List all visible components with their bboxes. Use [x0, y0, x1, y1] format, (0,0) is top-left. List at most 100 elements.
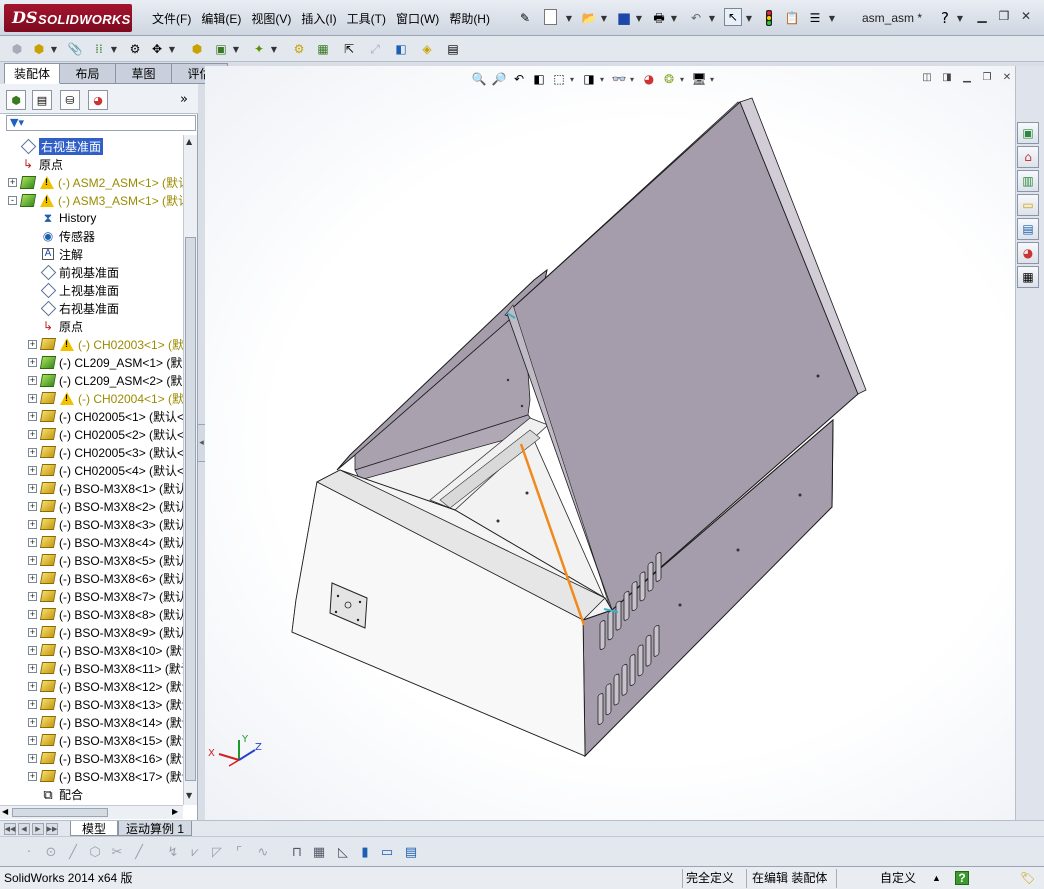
tab-layout[interactable]: 布局	[60, 63, 116, 84]
tab-model[interactable]: 模型	[70, 821, 118, 836]
construction-line-icon[interactable]: ╱	[130, 843, 148, 861]
pin-icon[interactable]: ✎	[516, 9, 534, 27]
rebuild-tag-icon[interactable]: 🏷	[1020, 870, 1035, 887]
options-dropdown-icon[interactable]: ▼	[828, 9, 836, 27]
tree-item[interactable]: 前视基准面	[0, 263, 183, 281]
viewport-close-icon[interactable]: ✕	[1000, 70, 1014, 84]
split-right-icon[interactable]: ◨	[940, 70, 954, 84]
open-folder-icon[interactable]: 📂	[580, 9, 598, 27]
hide-show-dropdown-icon[interactable]: ▾	[630, 70, 638, 88]
apply-scene-icon[interactable]: ❂	[660, 70, 678, 88]
tree-item[interactable]: ⧗ History	[0, 209, 183, 227]
tree-item[interactable]: + (-) BSO-M3X8<16> (默认	[0, 749, 183, 767]
expand-icon[interactable]: +	[28, 537, 37, 547]
trim-icon[interactable]: ✂	[108, 843, 126, 861]
expand-icon[interactable]: +	[28, 375, 37, 385]
viewport-minimize-icon[interactable]: ▁	[960, 70, 974, 84]
exploded-view-icon[interactable]: ⇱	[340, 40, 358, 58]
tree-item[interactable]: + (-) CH02005<4> (默认<	[0, 461, 183, 479]
line-icon[interactable]: ╱	[64, 843, 82, 861]
last-tab-icon[interactable]: ▶▶	[46, 823, 58, 835]
select-dropdown-icon[interactable]: ▼	[745, 9, 753, 27]
fillet-icon[interactable]: ↯	[164, 843, 182, 861]
expand-icon[interactable]: +	[28, 465, 37, 475]
move-component-icon[interactable]: ✥	[148, 40, 166, 58]
expand-icon[interactable]: +	[28, 609, 37, 619]
restore-icon[interactable]: ❐	[996, 8, 1012, 24]
menu-window[interactable]: 窗口(W)	[394, 10, 447, 27]
tree-item[interactable]: ◉ 传感器	[0, 227, 183, 245]
save-icon[interactable]: ■	[615, 9, 633, 27]
tree-item[interactable]: + (-) BSO-M3X8<9> (默认	[0, 623, 183, 641]
instant3d-icon[interactable]: ◈	[418, 40, 436, 58]
tree-item[interactable]: + (-) BSO-M3X8<7> (默认	[0, 587, 183, 605]
undo-dropdown-icon[interactable]: ▼	[708, 9, 716, 27]
expand-icon[interactable]: +	[28, 771, 37, 781]
appearances-scenes-icon[interactable]: ◕	[1017, 242, 1039, 264]
edit-appearance-icon[interactable]: ◕	[640, 70, 658, 88]
tree-item[interactable]: + (-) BSO-M3X8<1> (默认	[0, 479, 183, 497]
tree-hscroll-thumb[interactable]	[12, 808, 108, 817]
reference-geometry-icon[interactable]: ✦	[250, 40, 268, 58]
repair-sketch-icon[interactable]: ▭	[378, 843, 396, 861]
tree-vertical-scrollbar[interactable]: ▲ ▼	[183, 135, 197, 805]
tree-item[interactable]: A 注解	[0, 245, 183, 263]
split-left-icon[interactable]: ◫	[920, 70, 934, 84]
rebuild-traffic-light-icon[interactable]	[760, 9, 778, 27]
view-settings-dropdown-icon[interactable]: ▾	[710, 70, 718, 88]
tree-item[interactable]: + (-) CL209_ASM<1> (默认	[0, 353, 183, 371]
menu-tools[interactable]: 工具(T)	[345, 10, 394, 27]
polygon-icon[interactable]: ⬡	[86, 843, 104, 861]
expand-icon[interactable]: +	[28, 357, 37, 367]
options-icon[interactable]: ☰	[806, 9, 824, 27]
corner-rectangle-icon[interactable]: ⌜	[230, 843, 248, 861]
spline-icon[interactable]: ∿	[254, 843, 272, 861]
tree-item[interactable]: + (-) CH02003<1> (默认	[0, 335, 183, 353]
units-dropdown-icon[interactable]: ▲	[932, 870, 941, 887]
previous-view-icon[interactable]: ↶	[510, 70, 528, 88]
file-explorer-icon[interactable]: ▭	[1017, 194, 1039, 216]
scroll-down-icon[interactable]: ▼	[186, 791, 192, 800]
tree-item[interactable]: + (-) BSO-M3X8<2> (默认	[0, 497, 183, 515]
menu-view[interactable]: 视图(V)	[249, 10, 299, 27]
reference-geometry-dropdown-icon[interactable]: ▼	[270, 40, 278, 58]
assembly-model-view[interactable]	[205, 66, 1015, 820]
grid-icon[interactable]: ▦	[310, 843, 328, 861]
view-settings-icon[interactable]: 🖥	[690, 70, 708, 88]
smart-dimension-icon[interactable]: ⊓	[288, 843, 306, 861]
expand-icon[interactable]: +	[28, 339, 37, 349]
prev-tab-icon[interactable]: ◀	[18, 823, 30, 835]
tree-item[interactable]: ↳ 原点	[0, 317, 183, 335]
tree-item[interactable]: + (-) BSO-M3X8<12> (默认	[0, 677, 183, 695]
new-document-icon[interactable]	[544, 9, 557, 25]
tree-item[interactable]: + (-) CH02004<1> (默认	[0, 389, 183, 407]
file-properties-icon[interactable]: 📋	[783, 9, 801, 27]
expand-icon[interactable]: +	[28, 627, 37, 637]
expand-icon[interactable]: +	[28, 411, 37, 421]
scroll-up-icon[interactable]: ▲	[186, 137, 192, 146]
tree-item[interactable]: + (-) BSO-M3X8<14> (默认	[0, 713, 183, 731]
tree-item[interactable]: + (-) BSO-M3X8<13> (默认	[0, 695, 183, 713]
large-assembly-mode-icon[interactable]: ▤	[444, 40, 462, 58]
tree-item[interactable]: + (-) CL209_ASM<2> (默认	[0, 371, 183, 389]
undo-icon[interactable]: ↶	[687, 9, 705, 27]
open-dropdown-icon[interactable]: ▼	[600, 9, 608, 27]
expand-icon[interactable]: +	[28, 519, 37, 529]
display-style-dropdown-icon[interactable]: ▾	[600, 70, 608, 88]
expand-icon[interactable]: +	[28, 501, 37, 511]
zoom-to-fit-icon[interactable]: 🔍	[470, 70, 488, 88]
scroll-left-icon[interactable]: ◀	[2, 807, 8, 816]
show-hidden-components-icon[interactable]: ⬢	[188, 40, 206, 58]
display-relations-icon[interactable]: ▮	[356, 843, 374, 861]
bill-of-materials-icon[interactable]: ▦	[314, 40, 332, 58]
tree-item[interactable]: ⧉ 配合	[0, 785, 183, 803]
view-orientation-dropdown-icon[interactable]: ▾	[570, 70, 578, 88]
collapse-icon[interactable]: -	[8, 195, 17, 205]
apply-scene-dropdown-icon[interactable]: ▾	[680, 70, 688, 88]
tree-item[interactable]: + (-) CH02005<1> (默认<	[0, 407, 183, 425]
home-icon[interactable]: ⌂	[1017, 146, 1039, 168]
select-cursor-icon[interactable]: ↖	[724, 8, 742, 26]
tree-item[interactable]: + (-) BSO-M3X8<11> (默认	[0, 659, 183, 677]
explode-line-sketch-icon[interactable]: ⤢	[366, 40, 384, 58]
scroll-right-icon[interactable]: ▶	[172, 807, 178, 816]
